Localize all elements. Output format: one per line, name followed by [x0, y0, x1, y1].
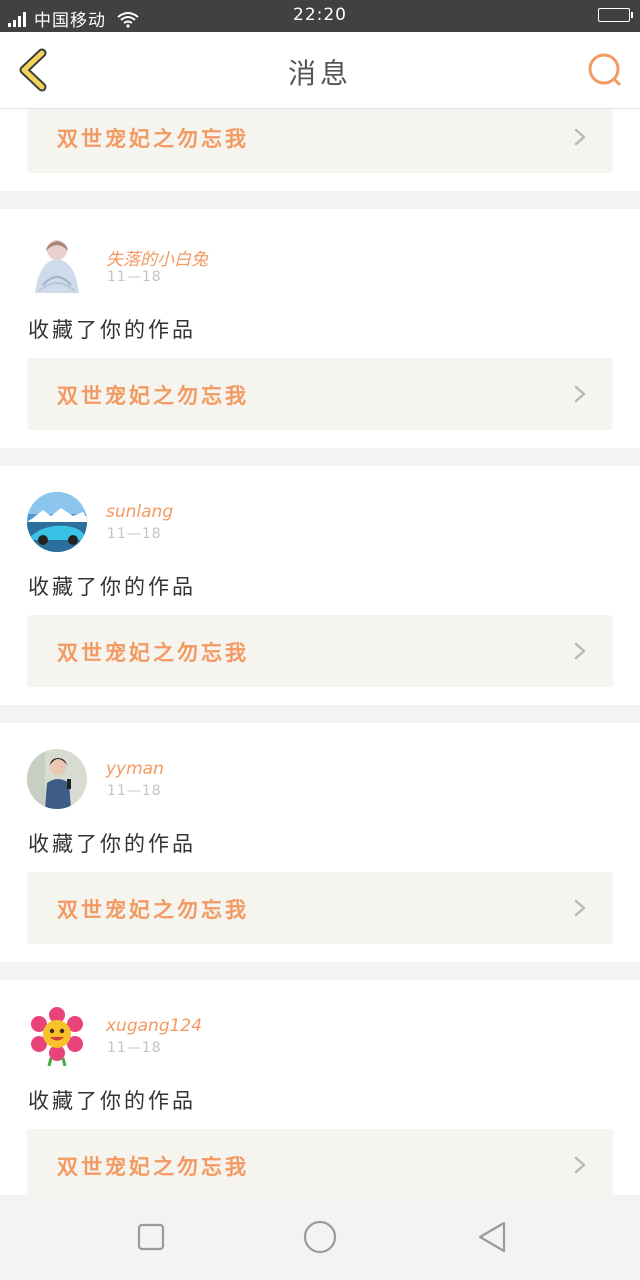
chevron-right-icon — [574, 385, 586, 403]
message-date: 11—18 — [107, 526, 162, 542]
action-text: 收藏了你的作品 — [28, 1089, 196, 1113]
work-title: 双世宠妃之勿忘我 — [57, 1155, 249, 1179]
action-text: 收藏了你的作品 — [28, 318, 196, 342]
message-card: yyman 11—18 收藏了你的作品 双世宠妃之勿忘我 — [0, 723, 640, 962]
work-link[interactable]: 双世宠妃之勿忘我 — [27, 109, 613, 173]
work-link[interactable]: 双世宠妃之勿忘我 — [27, 615, 613, 687]
chevron-right-icon — [574, 1156, 586, 1174]
search-button[interactable] — [584, 50, 624, 90]
triangle-back-icon — [478, 1221, 506, 1253]
battery-icon — [598, 8, 633, 22]
chevron-right-icon — [574, 642, 586, 660]
top-nav: 消息 — [0, 32, 640, 109]
circle-icon — [303, 1220, 337, 1254]
work-link[interactable]: 双世宠妃之勿忘我 — [27, 1129, 613, 1195]
avatar[interactable] — [27, 492, 87, 552]
recent-apps-button[interactable] — [133, 1219, 169, 1255]
avatar[interactable] — [27, 1006, 87, 1066]
message-date: 11—18 — [107, 269, 162, 285]
work-title: 双世宠妃之勿忘我 — [57, 384, 249, 408]
system-nav-bar — [0, 1195, 640, 1280]
work-title: 双世宠妃之勿忘我 — [57, 127, 249, 151]
work-link[interactable]: 双世宠妃之勿忘我 — [27, 358, 613, 430]
page-title: 消息 — [287, 57, 352, 90]
message-feed[interactable]: 双世宠妃之勿忘我 失落的小白兔 11—18 收藏了你的作品 双世宠妃之勿忘我 s… — [0, 109, 640, 1195]
action-text: 收藏了你的作品 — [28, 575, 196, 599]
work-link[interactable]: 双世宠妃之勿忘我 — [27, 872, 613, 944]
status-time: 22:20 — [293, 5, 347, 25]
message-date: 11—18 — [107, 783, 162, 799]
work-title: 双世宠妃之勿忘我 — [57, 641, 249, 665]
action-text: 收藏了你的作品 — [28, 832, 196, 856]
message-card: 失落的小白兔 11—18 收藏了你的作品 双世宠妃之勿忘我 — [0, 209, 640, 448]
message-card: xugang124 11—18 收藏了你的作品 双世宠妃之勿忘我 — [0, 980, 640, 1195]
square-icon — [137, 1223, 165, 1251]
username[interactable]: xugang124 — [106, 1016, 202, 1036]
avatar[interactable] — [27, 749, 87, 809]
message-card: sunlang 11—18 收藏了你的作品 双世宠妃之勿忘我 — [0, 466, 640, 705]
username[interactable]: sunlang — [106, 502, 173, 522]
message-card-partial: 双世宠妃之勿忘我 — [0, 109, 640, 191]
avatar[interactable] — [27, 235, 87, 295]
back-nav-button[interactable] — [474, 1219, 510, 1255]
status-bar: 中国移动 22:20 — [0, 0, 640, 32]
username[interactable]: yyman — [106, 759, 164, 779]
chevron-right-icon — [574, 899, 586, 917]
home-button[interactable] — [302, 1219, 338, 1255]
message-date: 11—18 — [107, 1040, 162, 1056]
work-title: 双世宠妃之勿忘我 — [57, 898, 249, 922]
chevron-right-icon — [574, 128, 586, 146]
username[interactable]: 失落的小白兔 — [106, 245, 208, 270]
